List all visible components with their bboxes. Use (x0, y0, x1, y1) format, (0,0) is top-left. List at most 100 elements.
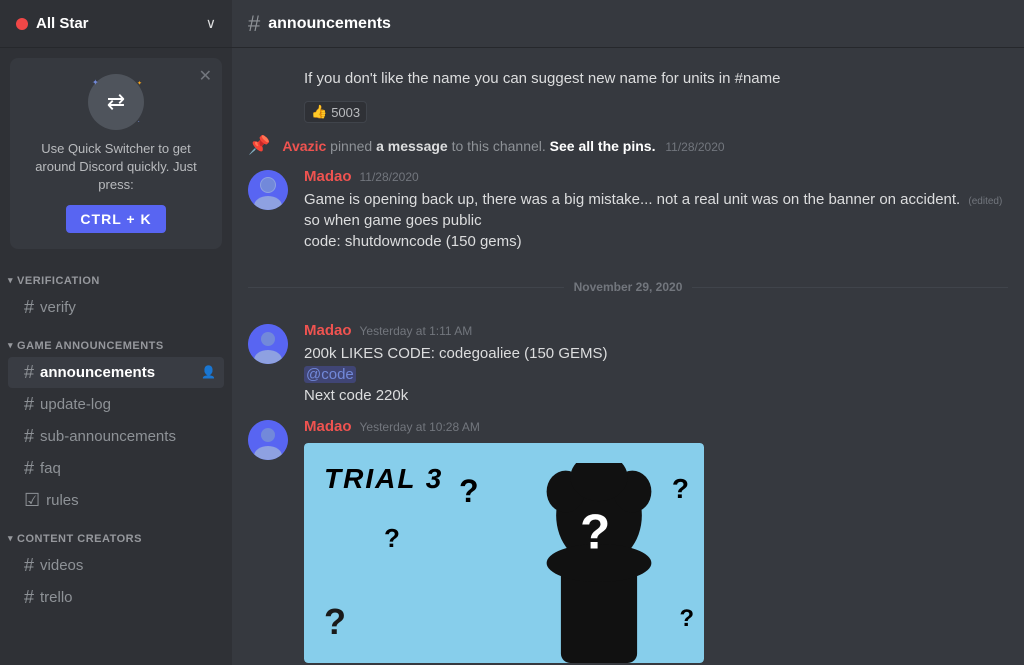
category-label: VERIFICATION (17, 275, 100, 287)
channel-name: sub-announcements (40, 428, 216, 445)
server-header[interactable]: All Star ∨ (0, 0, 232, 48)
message-content: Madao Yesterday at 1:11 AM 200k LIKES CO… (304, 322, 1008, 406)
hash-icon: # (248, 11, 260, 37)
server-name: All Star (36, 15, 206, 32)
message-author: Madao (304, 418, 352, 435)
channel-name: update-log (40, 396, 216, 413)
chevron-icon: ▾ (8, 533, 13, 544)
message-text-mention: @code (304, 364, 1008, 385)
category-game-announcements[interactable]: ▾ GAME ANNOUNCEMENTS (0, 324, 232, 356)
channel-name: announcements (40, 364, 201, 381)
hash-icon: # (24, 555, 34, 576)
message-text: Game is opening back up, there was a big… (304, 189, 1008, 210)
category-label: CONTENT CREATORS (17, 533, 142, 545)
pin-text2: to this channel. (452, 138, 550, 154)
qmark-1: ? (459, 473, 479, 510)
channel-item-rules[interactable]: ☑ rules (8, 485, 224, 516)
message-header: Madao Yesterday at 10:28 AM (304, 418, 1008, 435)
edited-tag: (edited) (968, 196, 1002, 207)
channel-header: # announcements (232, 0, 1024, 48)
message-author: Madao (304, 322, 352, 339)
quick-switcher-icon: ✦ ✦ · ⇄ (88, 74, 144, 130)
date-divider: November 29, 2020 (232, 264, 1024, 310)
channel-item-announcements[interactable]: # announcements 👤 (8, 357, 224, 388)
avatar-madao-3 (248, 420, 288, 460)
channel-item-update-log[interactable]: # update-log (8, 389, 224, 420)
hash-icon: # (24, 297, 34, 318)
channel-name: rules (46, 492, 216, 509)
sparkle-icon-tr: ✦ (137, 80, 142, 87)
channel-item-verify[interactable]: # verify (8, 292, 224, 323)
channel-item-videos[interactable]: # videos (8, 550, 224, 581)
avatar-madao (248, 170, 288, 210)
category-label: GAME ANNOUNCEMENTS (17, 340, 164, 352)
qmark-4: ? (672, 473, 689, 505)
date-text: November 29, 2020 (574, 280, 683, 294)
message-content: Madao 11/28/2020 Game is opening back up… (304, 168, 1008, 252)
message-text: If you don't like the name you can sugge… (304, 68, 1008, 89)
message-group-madao-3: Madao Yesterday at 10:28 AM TRIAL 3 ? ? … (232, 414, 1024, 665)
message-group-madao-1: Madao 11/28/2020 Game is opening back up… (232, 164, 1024, 256)
message-timestamp: 11/28/2020 (360, 170, 419, 184)
pin-action: pinned (330, 138, 376, 154)
message-content: If you don't like the name you can sugge… (304, 68, 1008, 123)
silhouette-svg: ? (524, 463, 674, 663)
channel-list: ▾ VERIFICATION # verify ▾ GAME ANNOUNCEM… (0, 259, 232, 665)
svg-text:?: ? (580, 505, 610, 560)
message-timestamp: Yesterday at 1:11 AM (360, 324, 473, 338)
channel-name: verify (40, 299, 216, 316)
channel-item-trello[interactable]: # trello (8, 582, 224, 613)
category-verification[interactable]: ▾ VERIFICATION (0, 259, 232, 291)
arrows-icon: ⇄ (107, 89, 125, 115)
channel-name: videos (40, 557, 216, 574)
pinned-message: 📌 Avazic pinned a message to this channe… (232, 131, 1024, 160)
server-chevron-icon: ∨ (206, 15, 216, 32)
chevron-icon: ▾ (8, 340, 13, 351)
message-group-madao-2: Madao Yesterday at 1:11 AM 200k LIKES CO… (232, 318, 1024, 410)
close-button[interactable]: ✕ (199, 66, 212, 86)
quick-switcher-text: Use Quick Switcher to get around Discord… (26, 140, 206, 195)
quick-switcher-shortcut[interactable]: CTRL + K (66, 205, 165, 233)
thumbsup-emoji: 👍 (311, 104, 327, 120)
pin-text: Avazic pinned a message to this channel.… (282, 138, 724, 154)
see-pins-link[interactable]: See all the pins. (550, 138, 656, 154)
hash-icon: # (24, 362, 34, 383)
channel-item-sub-announcements[interactable]: # sub-announcements (8, 421, 224, 452)
channel-item-faq[interactable]: # faq (8, 453, 224, 484)
pin-icon: 📌 (248, 135, 270, 156)
message-text-2: so when game goes public (304, 210, 1008, 231)
pin-username: Avazic (282, 138, 326, 154)
message-image: TRIAL 3 ? ? ? ? ? (304, 443, 704, 663)
message-content: Madao Yesterday at 10:28 AM TRIAL 3 ? ? … (304, 418, 1008, 663)
reaction-thumbsup[interactable]: 👍 5003 (304, 101, 367, 123)
pin-timestamp: 11/28/2020 (665, 140, 724, 154)
category-content-creators[interactable]: ▾ CONTENT CREATORS (0, 517, 232, 549)
qmark-3: ? (324, 601, 346, 643)
sparkle-icon-br: · (137, 117, 140, 126)
channel-name: faq (40, 460, 216, 477)
date-line (248, 287, 564, 288)
message-text: 200k LIKES CODE: codegoaliee (150 GEMS) (304, 343, 1008, 364)
message-timestamp: Yesterday at 10:28 AM (360, 420, 480, 434)
hash-icon: # (24, 458, 34, 479)
qmark-2: ? (384, 523, 400, 554)
server-status-dot (16, 18, 28, 30)
chevron-icon: ▾ (8, 275, 13, 286)
message-group: If you don't like the name you can sugge… (232, 64, 1024, 127)
message-header: Madao Yesterday at 1:11 AM (304, 322, 1008, 339)
mention-code[interactable]: @code (304, 366, 356, 383)
hash-icon: # (24, 394, 34, 415)
message-header: Madao 11/28/2020 (304, 168, 1008, 185)
pin-message-bold: a message (376, 138, 448, 154)
main-content: # announcements If you don't like the na… (232, 0, 1024, 665)
notification-icon: 👤 (201, 365, 216, 379)
message-text-extra: Next code 220k (304, 385, 1008, 406)
hash-icon: # (24, 426, 34, 447)
message-author: Madao (304, 168, 352, 185)
trial-image: TRIAL 3 ? ? ? ? ? (304, 443, 704, 663)
sidebar: All Star ∨ ✕ ✦ ✦ · ⇄ Use Quick Switcher … (0, 0, 232, 665)
date-line-right (692, 287, 1008, 288)
quick-switcher-popup: ✕ ✦ ✦ · ⇄ Use Quick Switcher to get arou… (10, 58, 222, 249)
messages-area[interactable]: If you don't like the name you can sugge… (232, 48, 1024, 665)
message-text-3: code: shutdowncode (150 gems) (304, 231, 1008, 252)
